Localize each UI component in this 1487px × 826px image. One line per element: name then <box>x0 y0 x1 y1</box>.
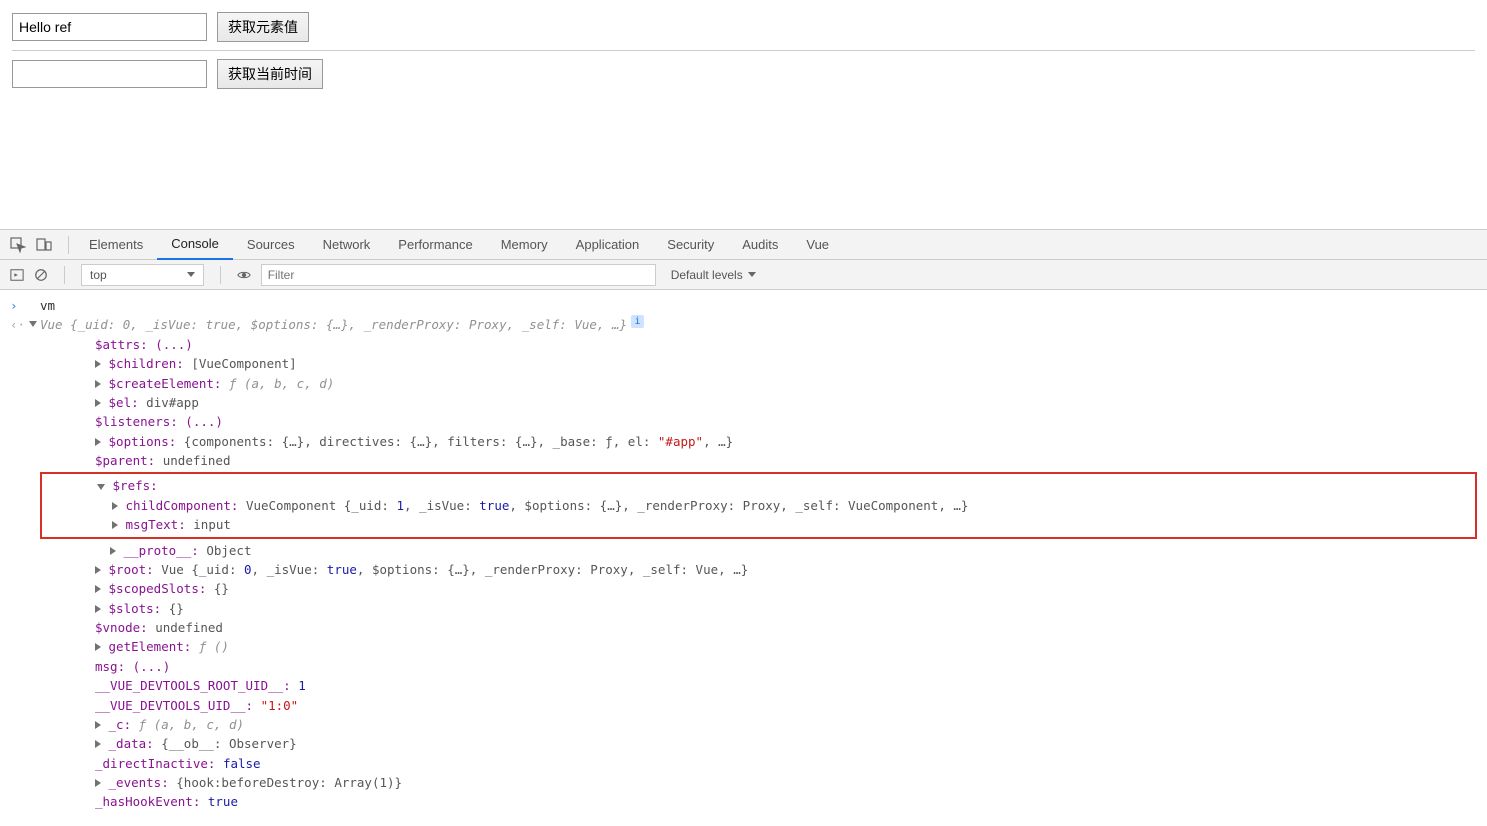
sidebar-toggle-icon[interactable] <box>10 268 24 282</box>
page-content: 获取元素值 获取当前时间 <box>0 0 1487 109</box>
get-current-time-button[interactable]: 获取当前时间 <box>217 59 323 89</box>
prop-events[interactable]: _events: <box>109 775 169 790</box>
tab-application[interactable]: Application <box>562 230 654 260</box>
separator <box>12 50 1475 51</box>
clear-console-icon[interactable] <box>34 268 48 282</box>
expand-toggle-icon[interactable] <box>95 566 101 574</box>
execution-context-select[interactable]: top <box>81 264 204 286</box>
get-element-value-button[interactable]: 获取元素值 <box>217 12 309 42</box>
filter-input[interactable] <box>261 264 656 286</box>
tab-elements[interactable]: Elements <box>75 230 157 260</box>
prop-c[interactable]: _c: <box>109 717 132 732</box>
expand-toggle-icon[interactable] <box>95 360 101 368</box>
prop-devtools-uid[interactable]: __VUE_DEVTOOLS_UID__: <box>95 698 253 713</box>
log-levels-select[interactable]: Default levels <box>666 268 756 282</box>
expand-toggle-icon[interactable] <box>95 740 101 748</box>
prop-scopedslots[interactable]: $scopedSlots: <box>109 581 207 596</box>
tab-network[interactable]: Network <box>309 230 385 260</box>
prop-refs[interactable]: $refs: <box>113 478 158 493</box>
expand-toggle-icon[interactable] <box>95 643 101 651</box>
console-input-text: vm <box>40 296 55 315</box>
tab-memory[interactable]: Memory <box>487 230 562 260</box>
expand-toggle-icon[interactable] <box>95 399 101 407</box>
expand-toggle-icon[interactable] <box>29 321 37 327</box>
prop-data[interactable]: _data: <box>109 736 154 751</box>
prop-childcomponent[interactable]: childComponent: <box>126 498 239 513</box>
expand-toggle-icon[interactable] <box>95 605 101 613</box>
expand-toggle-icon[interactable] <box>95 779 101 787</box>
prop-hashookevent[interactable]: _hasHookEvent: <box>95 794 200 809</box>
live-expression-icon[interactable] <box>237 268 251 282</box>
expand-toggle-icon[interactable] <box>95 438 101 446</box>
refs-highlight-box: $refs: childComponent: VueComponent {_ui… <box>40 472 1477 538</box>
divider <box>220 266 221 284</box>
ref-input-1[interactable] <box>12 13 207 41</box>
device-toolbar-icon[interactable] <box>36 237 52 253</box>
expand-toggle-icon[interactable] <box>97 484 105 490</box>
devtools-tabs: Elements Console Sources Network Perform… <box>0 230 1487 260</box>
prop-slots[interactable]: $slots: <box>109 601 162 616</box>
tab-performance[interactable]: Performance <box>384 230 486 260</box>
console-result-line: ‹· Vue {_uid: 0, _isVue: true, $options:… <box>10 315 1477 334</box>
prop-vnode[interactable]: $vnode: <box>95 620 148 635</box>
expand-toggle-icon[interactable] <box>95 721 101 729</box>
prop-getelement[interactable]: getElement: <box>109 639 192 654</box>
tab-sources[interactable]: Sources <box>233 230 309 260</box>
prop-el[interactable]: $el: <box>109 395 139 410</box>
expand-toggle-icon[interactable] <box>110 547 116 555</box>
ref-input-2[interactable] <box>12 60 207 88</box>
expand-toggle-icon[interactable] <box>112 502 118 510</box>
prop-msgtext[interactable]: msgText: <box>126 517 186 532</box>
levels-label: Default levels <box>671 268 743 282</box>
info-icon[interactable]: i <box>631 315 644 328</box>
tab-console[interactable]: Console <box>157 230 233 260</box>
console-input-line[interactable]: › vm <box>10 296 1477 315</box>
expand-toggle-icon[interactable] <box>95 585 101 593</box>
inspect-icon[interactable] <box>10 237 26 253</box>
object-summary[interactable]: Vue {_uid: 0, _isVue: true, $options: {…… <box>40 315 627 334</box>
prop-proto[interactable]: __proto__: <box>124 543 199 558</box>
devtools-panel: Elements Console Sources Network Perform… <box>0 229 1487 818</box>
expand-toggle-icon[interactable] <box>112 521 118 529</box>
prop-createelement[interactable]: $createElement: <box>109 376 222 391</box>
prop-attrs[interactable]: $attrs: (...) <box>95 337 193 352</box>
divider <box>68 236 69 254</box>
divider <box>64 266 65 284</box>
prop-listeners[interactable]: $listeners: (...) <box>95 414 223 429</box>
prop-directinactive[interactable]: _directInactive: <box>95 756 215 771</box>
prop-root[interactable]: $root: <box>109 562 154 577</box>
tab-audits[interactable]: Audits <box>728 230 792 260</box>
console-toolbar: top Default levels <box>0 260 1487 290</box>
tab-vue[interactable]: Vue <box>792 230 843 260</box>
execution-context-label: top <box>90 268 107 282</box>
expand-toggle-icon[interactable] <box>95 380 101 388</box>
tab-security[interactable]: Security <box>653 230 728 260</box>
caret-down-icon <box>748 272 756 277</box>
console-output: › vm ‹· Vue {_uid: 0, _isVue: true, $opt… <box>0 290 1487 818</box>
caret-down-icon <box>187 272 195 277</box>
prop-msg[interactable]: msg: (...) <box>95 659 170 674</box>
prop-children[interactable]: $children: <box>109 356 184 371</box>
prop-devtools-rootuid[interactable]: __VUE_DEVTOOLS_ROOT_UID__: <box>95 678 291 693</box>
prop-parent[interactable]: $parent: <box>95 453 155 468</box>
prop-options[interactable]: $options: <box>109 434 177 449</box>
